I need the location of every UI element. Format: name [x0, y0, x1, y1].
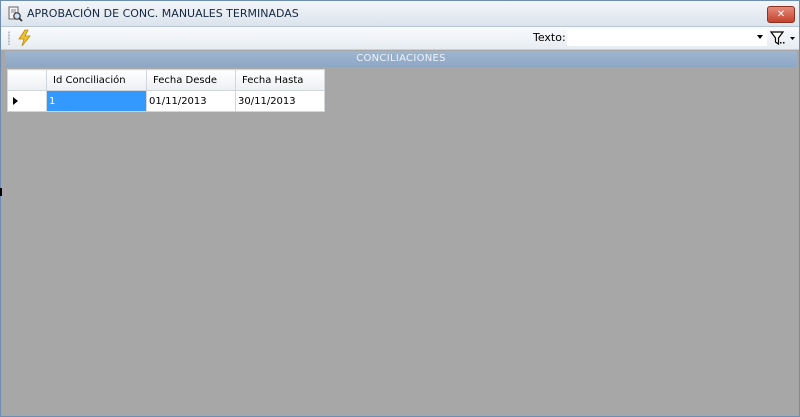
lightning-icon[interactable]: [16, 29, 34, 47]
filter-icon[interactable]: [769, 30, 797, 46]
cell-fecha-hasta[interactable]: 30/11/2013: [235, 90, 325, 112]
column-header-id[interactable]: Id Conciliación: [46, 69, 147, 91]
search-label: Texto:: [533, 31, 566, 44]
title-bar: APROBACIÓN DE CONC. MANUALES TERMINADAS …: [1, 1, 799, 27]
window-title: APROBACIÓN DE CONC. MANUALES TERMINADAS: [27, 7, 299, 20]
toolbar: Texto:: [1, 27, 799, 50]
cell-fecha-desde[interactable]: 01/11/2013: [146, 90, 236, 112]
edge-marker: [0, 188, 2, 196]
toolbar-grip[interactable]: [8, 31, 10, 45]
grid-corner: [7, 69, 47, 91]
search-input[interactable]: [567, 29, 767, 46]
main-window: APROBACIÓN DE CONC. MANUALES TERMINADAS …: [0, 0, 800, 417]
close-icon: ✕: [776, 9, 786, 20]
column-header-fecha-hasta[interactable]: Fecha Hasta: [235, 69, 325, 91]
document-search-icon: [8, 6, 23, 22]
section-header: CONCILIACIONES: [5, 51, 797, 67]
search-dropdown-icon[interactable]: [757, 35, 763, 39]
table-row[interactable]: 1 01/11/2013 30/11/2013: [7, 90, 325, 112]
row-header[interactable]: [7, 90, 47, 112]
close-button[interactable]: ✕: [767, 6, 795, 23]
grid-header-row: Id Conciliación Fecha Desde Fecha Hasta: [7, 69, 325, 91]
conciliaciones-grid: Id Conciliación Fecha Desde Fecha Hasta …: [7, 69, 325, 112]
cell-id[interactable]: 1: [46, 90, 147, 112]
current-row-icon: [13, 97, 18, 105]
column-header-fecha-desde[interactable]: Fecha Desde: [146, 69, 236, 91]
